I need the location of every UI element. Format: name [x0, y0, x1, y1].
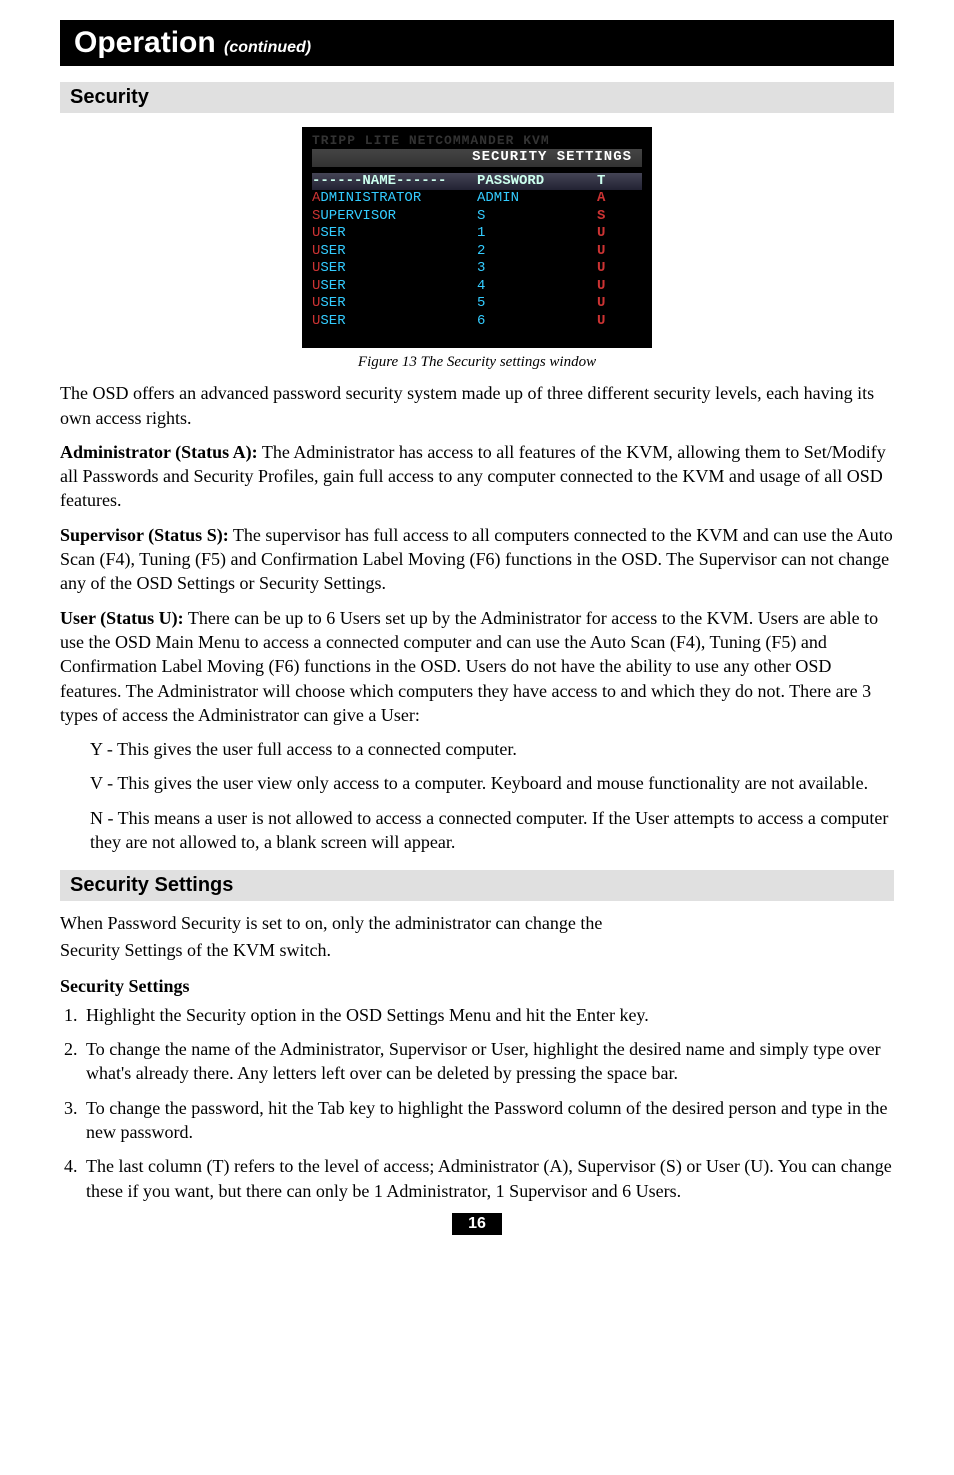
para-supervisor: Supervisor (Status S): The supervisor ha… — [60, 523, 894, 596]
steps-list: Highlight the Security option in the OSD… — [60, 1003, 894, 1203]
osd-data-row: USER6U — [312, 313, 642, 331]
osd-data-row: USER3U — [312, 260, 642, 278]
step-item: To change the name of the Administrator,… — [82, 1037, 894, 1086]
osd-pwd-cell: 5 — [477, 295, 597, 313]
osd-data-row: USER1U — [312, 225, 642, 243]
osd-t-cell: S — [597, 208, 617, 226]
osd-t-cell: U — [597, 260, 617, 278]
osd-pwd-cell: 2 — [477, 243, 597, 261]
osd-ghost-title: TRIPP LITE NETCOMMANDER KVM — [312, 133, 642, 149]
osd-name-cell: USER — [312, 295, 477, 313]
osd-screenshot: TRIPP LITE NETCOMMANDER KVM SECURITY SET… — [302, 127, 652, 348]
subsection-security-settings: Security Settings — [60, 870, 894, 901]
osd-data-row: ADMINISTRATORADMINA — [312, 190, 642, 208]
osd-subtitle: SECURITY SETTINGS — [312, 149, 642, 167]
osd-name-cell: USER — [312, 243, 477, 261]
osd-t-cell: U — [597, 313, 617, 331]
figure-security-window: TRIPP LITE NETCOMMANDER KVM SECURITY SET… — [60, 127, 894, 348]
osd-name-cell: SUPERVISOR — [312, 208, 477, 226]
osd-head-name: ------NAME------ — [312, 173, 477, 191]
ss-p2: Security Settings of the KVM switch. — [60, 938, 894, 962]
osd-data-row: USER2U — [312, 243, 642, 261]
osd-t-cell: A — [597, 190, 617, 208]
header-title: Operation — [74, 26, 216, 59]
page-number: 16 — [452, 1213, 502, 1235]
step-item: To change the password, hit the Tab key … — [82, 1096, 894, 1145]
access-n: N - This means a user is not allowed to … — [90, 806, 894, 855]
osd-name-cell: ADMINISTRATOR — [312, 190, 477, 208]
user-text: There can be up to 6 Users set up by the… — [60, 608, 878, 725]
osd-header-row: ------NAME------ PASSWORD T — [312, 173, 642, 191]
access-y: Y - This gives the user full access to a… — [90, 737, 894, 761]
osd-t-cell: U — [597, 225, 617, 243]
admin-label: Administrator (Status A): — [60, 442, 258, 462]
osd-t-cell: U — [597, 243, 617, 261]
para-intro: The OSD offers an advanced password secu… — [60, 381, 894, 430]
subsection-security: Security — [60, 82, 894, 113]
step-item: The last column (T) refers to the level … — [82, 1154, 894, 1203]
ss-subhead: Security Settings — [60, 976, 894, 997]
osd-t-cell: U — [597, 295, 617, 313]
section-header-bar: Operation (continued) — [60, 20, 894, 66]
osd-name-cell: USER — [312, 260, 477, 278]
osd-pwd-cell: 4 — [477, 278, 597, 296]
step-item: Highlight the Security option in the OSD… — [82, 1003, 894, 1027]
osd-pwd-cell: ADMIN — [477, 190, 597, 208]
para-admin: Administrator (Status A): The Administra… — [60, 440, 894, 513]
osd-head-t: T — [597, 173, 617, 191]
ss-p1: When Password Security is set to on, onl… — [60, 911, 894, 935]
osd-data-row: SUPERVISORSS — [312, 208, 642, 226]
osd-pwd-cell: 6 — [477, 313, 597, 331]
osd-t-cell: U — [597, 278, 617, 296]
access-v: V - This gives the user view only access… — [90, 771, 894, 795]
osd-data-row: USER4U — [312, 278, 642, 296]
user-label: User (Status U): — [60, 608, 184, 628]
osd-name-cell: USER — [312, 278, 477, 296]
osd-name-cell: USER — [312, 313, 477, 331]
osd-pwd-cell: 1 — [477, 225, 597, 243]
osd-name-cell: USER — [312, 225, 477, 243]
osd-pwd-cell: S — [477, 208, 597, 226]
osd-pwd-cell: 3 — [477, 260, 597, 278]
header-subtitle: (continued) — [224, 39, 311, 56]
sup-label: Supervisor (Status S): — [60, 525, 229, 545]
osd-data-row: USER5U — [312, 295, 642, 313]
figure-caption: Figure 13 The Security settings window — [60, 354, 894, 371]
osd-head-pwd: PASSWORD — [477, 173, 597, 191]
para-user: User (Status U): There can be up to 6 Us… — [60, 606, 894, 727]
